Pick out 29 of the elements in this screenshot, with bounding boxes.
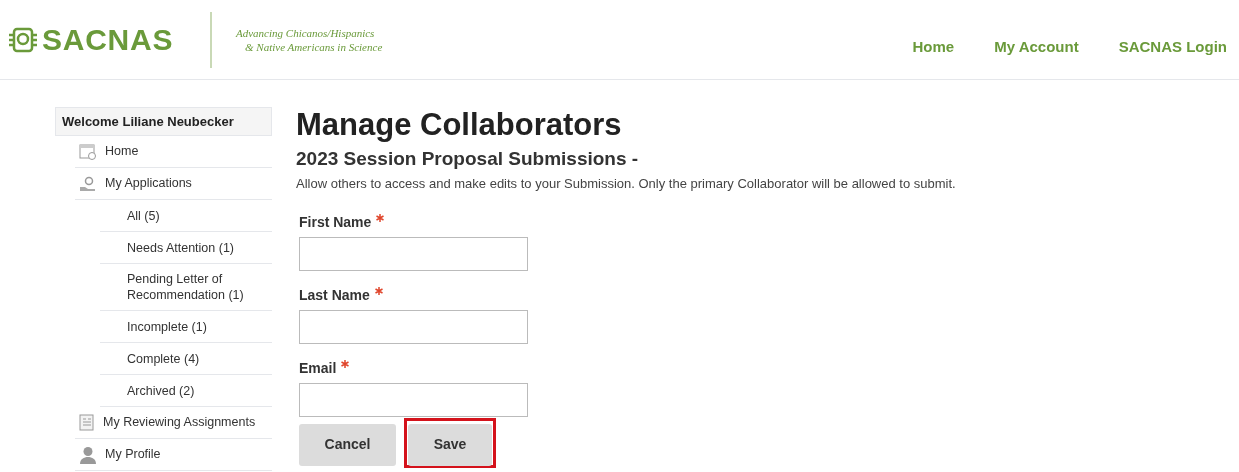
tagline: Advancing Chicanos/Hispanics & Native Americans in Science bbox=[236, 25, 383, 54]
sidebar-subitem[interactable]: Complete (4) bbox=[127, 350, 252, 367]
input-field[interactable] bbox=[299, 382, 528, 417]
sidebar-subitem[interactable]: Needs Attention (1) bbox=[127, 239, 252, 256]
calendar-icon bbox=[79, 143, 97, 160]
description: Allow others to access and make edits to your Submission. Only the primary Collaborator will be allowed to submit. bbox=[296, 175, 957, 193]
person-icon bbox=[79, 445, 97, 464]
logo-text: SACNAS bbox=[42, 22, 174, 58]
sidebar-subitem[interactable]: Archived (2) bbox=[127, 382, 252, 399]
sidebar-header: Welcome Liliane Neubecker bbox=[55, 107, 272, 136]
form-button[interactable]: Cancel bbox=[299, 423, 396, 466]
page-subtitle: 2023 Session Proposal Submissions - bbox=[296, 147, 640, 171]
form-button[interactable]: Save bbox=[408, 423, 492, 466]
field-label: Last Name bbox=[299, 285, 370, 304]
page-title: Manage Collaborators bbox=[296, 107, 623, 143]
sidebar-subitem[interactable]: Pending Letter of Recommendation (1) bbox=[127, 271, 252, 303]
sidebar-item[interactable]: My Reviewing Assignments bbox=[103, 413, 256, 432]
sidebar-item[interactable]: Home bbox=[105, 142, 139, 161]
logo-icon bbox=[8, 25, 38, 54]
hand-gear-icon bbox=[79, 175, 97, 192]
field-label: Email bbox=[299, 358, 337, 377]
document-icon bbox=[79, 414, 95, 431]
sidebar-item[interactable]: My Applications bbox=[105, 174, 192, 193]
sidebar-subitem[interactable]: All (5) bbox=[127, 207, 252, 224]
input-field[interactable] bbox=[299, 236, 528, 271]
input-field[interactable] bbox=[299, 309, 528, 344]
sidebar-subitem[interactable]: Incomplete (1) bbox=[127, 318, 252, 335]
field-label: First Name bbox=[299, 212, 372, 231]
sidebar-item[interactable]: My Profile bbox=[105, 445, 161, 464]
